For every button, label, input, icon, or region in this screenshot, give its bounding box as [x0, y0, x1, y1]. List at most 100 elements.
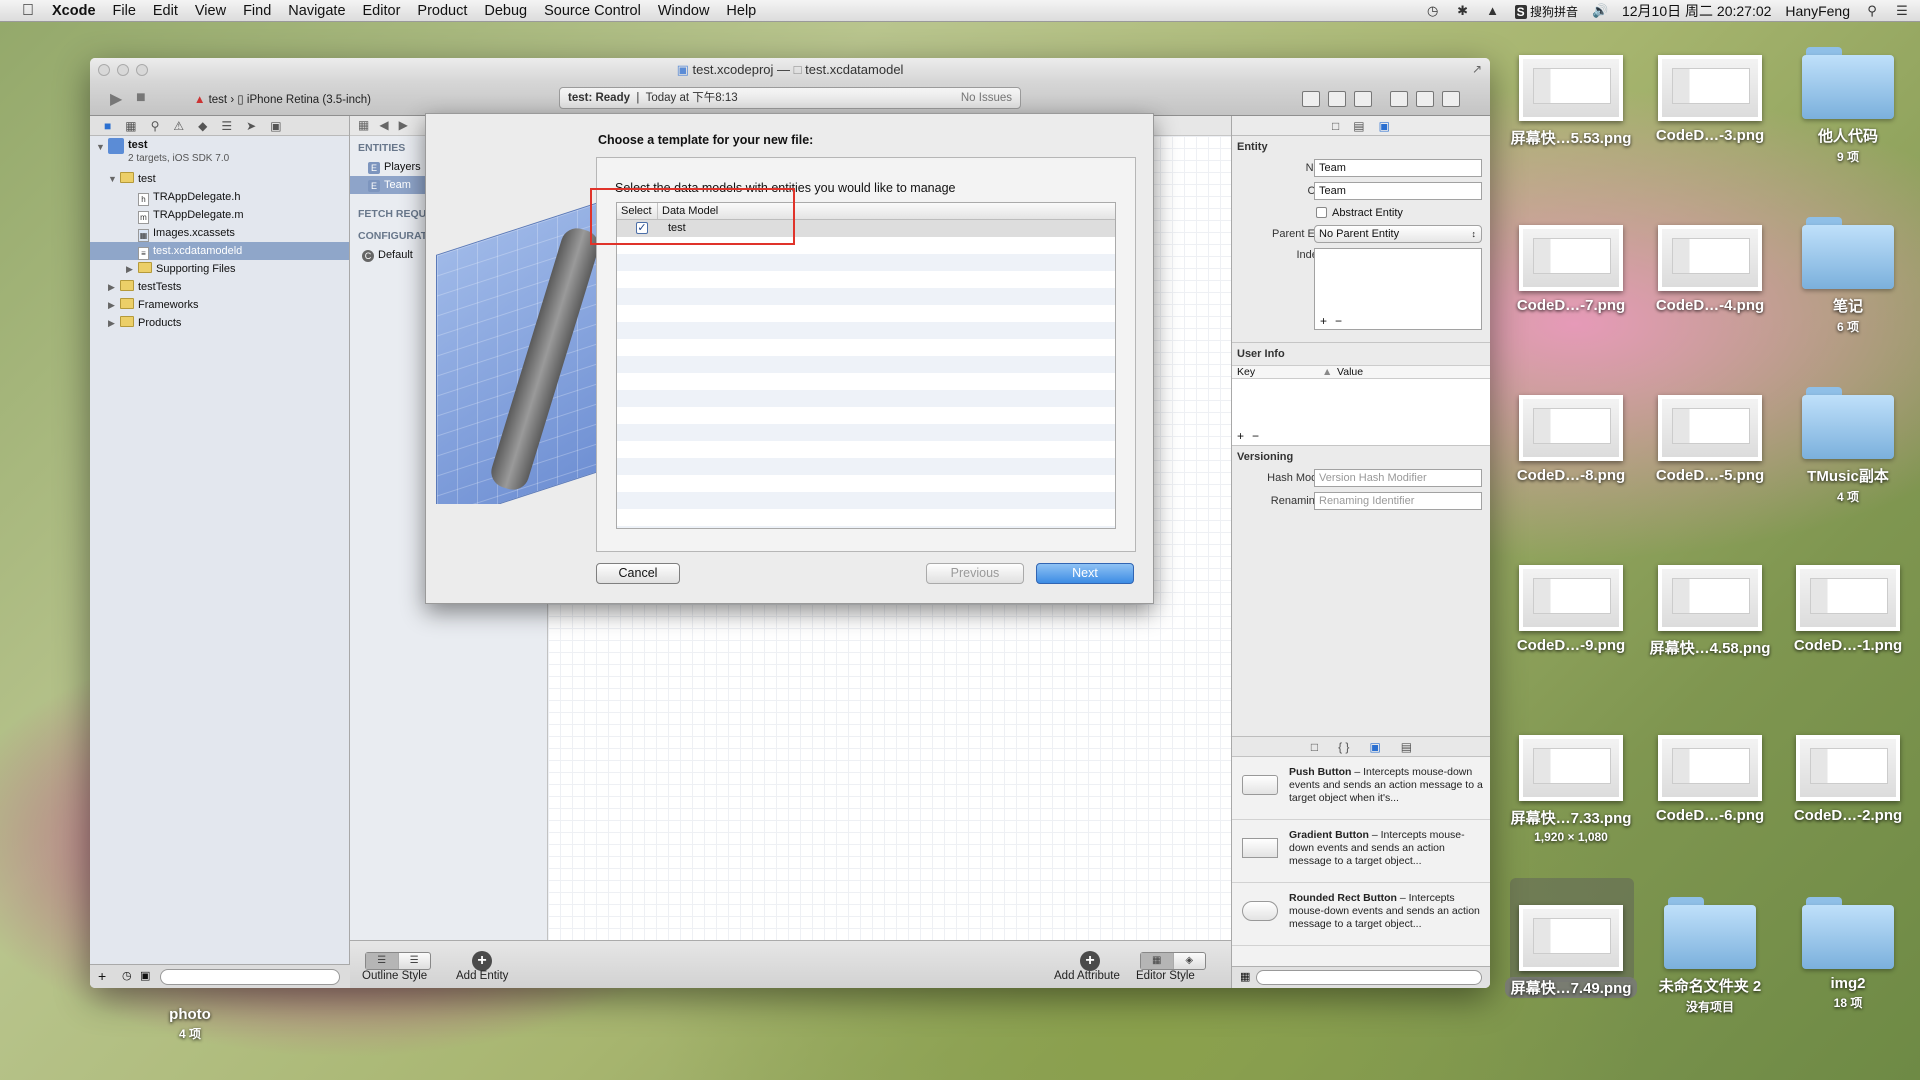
- editor-style-control[interactable]: ▦ ◈: [1140, 952, 1206, 970]
- clock[interactable]: 12月10日 周二 20:27:02: [1622, 1, 1771, 21]
- tree-item-file-selected[interactable]: ≡ test.xcdatamodeld: [90, 242, 349, 260]
- navigator-filter-input[interactable]: [160, 969, 340, 985]
- menu-find[interactable]: Find: [243, 3, 271, 19]
- desktop-file[interactable]: CodeD…-7.png: [1501, 225, 1641, 314]
- file-inspector-icon[interactable]: □: [1332, 119, 1339, 133]
- stop-icon[interactable]: ■: [136, 89, 146, 107]
- table-editor-icon[interactable]: ▦: [1141, 953, 1174, 969]
- log-tab-icon[interactable]: ▣: [270, 119, 281, 133]
- add-userinfo-icon[interactable]: +: [1237, 429, 1244, 443]
- hash-modifier-field[interactable]: Version Hash Modifier: [1314, 469, 1482, 487]
- tree-item-project[interactable]: ▼ test 2 targets, iOS SDK 7.0: [90, 138, 349, 170]
- tree-item-file[interactable]: m TRAppDelegate.m: [90, 206, 349, 224]
- add-index-icon[interactable]: +: [1320, 313, 1327, 329]
- debug-tab-icon[interactable]: ☰: [221, 119, 232, 133]
- table-style-icon[interactable]: ☰: [366, 953, 399, 969]
- forward-icon[interactable]: ▶: [399, 118, 408, 132]
- menu-view[interactable]: View: [195, 3, 226, 19]
- input-method[interactable]: S 搜狗拼音: [1514, 3, 1578, 20]
- model-inspector-icon[interactable]: ▣: [1379, 119, 1390, 133]
- menu-product[interactable]: Product: [417, 3, 467, 19]
- recent-files-icon[interactable]: ◷: [122, 969, 132, 982]
- add-icon[interactable]: +: [98, 968, 106, 984]
- breakpoint-tab-icon[interactable]: ➤: [246, 119, 256, 133]
- media-library-icon[interactable]: ▤: [1401, 740, 1412, 754]
- quick-help-icon[interactable]: ▤: [1353, 119, 1364, 133]
- toggle-utilities-button[interactable]: [1442, 91, 1460, 107]
- disclosure-triangle-icon[interactable]: ▶: [108, 314, 115, 332]
- tree-item-group[interactable]: ▶ Products: [90, 314, 349, 332]
- library-filter-input[interactable]: [1256, 970, 1482, 985]
- standard-editor-button[interactable]: [1302, 91, 1320, 107]
- tree-item-group[interactable]: ▶ testTests: [90, 278, 349, 296]
- add-entity-button[interactable]: +: [472, 951, 492, 971]
- apple-menu-icon[interactable]: : [18, 1, 38, 21]
- issue-tab-icon[interactable]: ⚠: [173, 119, 184, 133]
- scm-filter-icon[interactable]: ▣: [140, 969, 150, 982]
- menu-app[interactable]: Xcode: [52, 3, 96, 19]
- desktop-file[interactable]: CodeD…-1.png: [1778, 565, 1918, 654]
- disclosure-triangle-icon[interactable]: ▶: [126, 260, 133, 278]
- indexes-list[interactable]: + −: [1314, 248, 1482, 330]
- previous-button[interactable]: Previous: [926, 563, 1024, 584]
- desktop-file[interactable]: CodeD…-9.png: [1501, 565, 1641, 654]
- run-icon[interactable]: ▶: [110, 89, 122, 109]
- tree-item-group[interactable]: ▶ Supporting Files: [90, 260, 349, 278]
- library-item[interactable]: Gradient Button – Intercepts mouse-down …: [1232, 820, 1490, 883]
- desktop-folder[interactable]: 未命名文件夹 2 没有项目: [1640, 897, 1780, 1015]
- desktop-folder[interactable]: img2 18 项: [1778, 897, 1918, 1011]
- library-item[interactable]: Push Button – Intercepts mouse-down even…: [1232, 757, 1490, 820]
- remove-userinfo-icon[interactable]: −: [1252, 429, 1259, 443]
- graph-editor-icon[interactable]: ◈: [1174, 953, 1206, 969]
- renaming-id-field[interactable]: Renaming Identifier: [1314, 492, 1482, 510]
- version-editor-button[interactable]: [1354, 91, 1372, 107]
- wifi-icon[interactable]: ▲: [1485, 4, 1501, 18]
- desktop-file[interactable]: CodeD…-2.png: [1778, 735, 1918, 824]
- menu-edit[interactable]: Edit: [153, 3, 178, 19]
- desktop-folder[interactable]: 笔记 6 项: [1778, 217, 1918, 335]
- outline-style-control[interactable]: ☰ ☰: [365, 952, 431, 970]
- disclosure-triangle-icon[interactable]: ▶: [108, 296, 115, 314]
- cancel-button[interactable]: Cancel: [596, 563, 680, 584]
- disclosure-triangle-icon[interactable]: ▼: [108, 170, 117, 188]
- toggle-debug-button[interactable]: [1416, 91, 1434, 107]
- menu-source-control[interactable]: Source Control: [544, 3, 641, 19]
- parent-entity-popup[interactable]: No Parent Entity ↕: [1314, 225, 1482, 243]
- abstract-entity-checkbox[interactable]: Abstract Entity: [1316, 207, 1403, 219]
- menu-window[interactable]: Window: [658, 3, 710, 19]
- file-template-icon[interactable]: □: [1311, 740, 1318, 754]
- menu-help[interactable]: Help: [726, 3, 756, 19]
- object-library-icon[interactable]: ▣: [1369, 740, 1380, 754]
- user-info-table[interactable]: + −: [1232, 379, 1490, 445]
- desktop-folder[interactable]: 他人代码 9 项: [1778, 47, 1918, 165]
- bluetooth-icon[interactable]: ✱: [1455, 4, 1471, 18]
- list-style-icon[interactable]: ☰: [399, 953, 431, 969]
- desktop-file[interactable]: 屏幕快…5.53.png: [1501, 55, 1641, 148]
- notification-center-icon[interactable]: ☰: [1894, 4, 1910, 18]
- library-item[interactable]: Rounded Rect Button – Intercepts mouse-d…: [1232, 883, 1490, 946]
- desktop-file[interactable]: CodeD…-8.png: [1501, 395, 1641, 484]
- fullscreen-icon[interactable]: ↗: [1472, 62, 1482, 76]
- name-field[interactable]: Team: [1314, 159, 1482, 177]
- desktop-file[interactable]: CodeD…-3.png: [1640, 55, 1780, 144]
- desktop-file-selected[interactable]: 屏幕快…7.49.png: [1501, 905, 1641, 998]
- time-machine-icon[interactable]: ◷: [1425, 4, 1441, 18]
- disclosure-triangle-icon[interactable]: ▼: [96, 138, 105, 156]
- user-name[interactable]: HanyFeng: [1785, 3, 1850, 19]
- related-items-icon[interactable]: ▦: [358, 118, 369, 132]
- disclosure-triangle-icon[interactable]: ▶: [108, 278, 115, 296]
- spotlight-icon[interactable]: ⚲: [1864, 4, 1880, 18]
- grid-view-icon[interactable]: ▦: [1240, 970, 1250, 983]
- menu-debug[interactable]: Debug: [484, 3, 527, 19]
- test-tab-icon[interactable]: ◆: [198, 119, 207, 133]
- desktop-folder[interactable]: photo 4 项: [120, 1000, 260, 1042]
- tree-item-file[interactable]: h TRAppDelegate.h: [90, 188, 349, 206]
- desktop-file[interactable]: 屏幕快…7.33.png 1,920 × 1,080: [1501, 735, 1641, 844]
- desktop-file[interactable]: CodeD…-5.png: [1640, 395, 1780, 484]
- menu-file[interactable]: File: [113, 3, 136, 19]
- class-field[interactable]: Team: [1314, 182, 1482, 200]
- add-attribute-button[interactable]: +: [1080, 951, 1100, 971]
- desktop-file[interactable]: CodeD…-4.png: [1640, 225, 1780, 314]
- scheme-selector[interactable]: ▲ test › ▯ iPhone Retina (3.5-inch): [194, 92, 371, 106]
- tree-item-group[interactable]: ▶ Frameworks: [90, 296, 349, 314]
